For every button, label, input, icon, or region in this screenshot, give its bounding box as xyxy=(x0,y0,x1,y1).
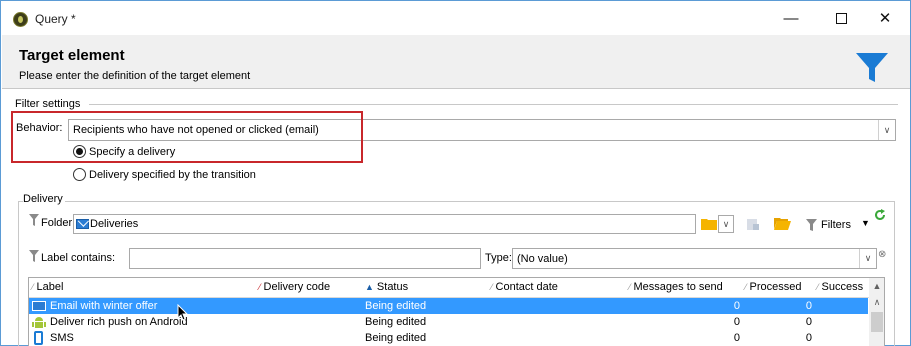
folder-field[interactable]: Deliveries xyxy=(73,214,696,234)
filter-funnel-icon xyxy=(856,53,888,82)
radio-delivery-by-transition[interactable]: Delivery specified by the transition xyxy=(73,168,256,182)
scroll-up-arrow-icon[interactable]: ∧ xyxy=(869,294,884,310)
folder-label: Folder: xyxy=(41,217,78,229)
divider xyxy=(89,104,898,105)
deliveries-table: ⁄ Label ⁄ Delivery code ▲ Status ⁄ Contact d… xyxy=(28,277,885,346)
minimize-button[interactable]: — xyxy=(769,5,813,33)
email-icon xyxy=(32,301,46,311)
column-header-status[interactable]: ▲ Status xyxy=(365,278,409,297)
vertical-scrollbar[interactable]: ▲ ∧ xyxy=(869,278,884,346)
window-title: Query * xyxy=(35,12,76,26)
maximize-icon xyxy=(835,13,847,24)
chevron-down-icon[interactable]: ∨ xyxy=(878,120,895,140)
query-window: Query * — ✕ Target element Please enter … xyxy=(0,0,911,346)
type-label: Type: xyxy=(485,252,514,264)
filter-settings-label: Filter settings xyxy=(15,98,83,110)
label-contains-label: Label contains: xyxy=(41,252,117,264)
open-folder-icon[interactable] xyxy=(774,217,791,230)
page-subtitle: Please enter the definition of the targe… xyxy=(19,70,251,82)
page-title: Target element xyxy=(19,47,125,64)
delivery-section-label: Delivery xyxy=(23,193,65,205)
column-header-messages-to-send[interactable]: ⁄ Messages to send xyxy=(629,278,723,297)
edit-folder-icon[interactable] xyxy=(745,216,761,232)
column-header-delivery-code[interactable]: ⁄ Delivery code xyxy=(259,278,331,297)
radio-button[interactable] xyxy=(73,168,86,181)
folder-dropdown-chevron-icon[interactable]: ∨ xyxy=(718,215,734,233)
filter-icon xyxy=(29,250,39,262)
mouse-cursor-icon xyxy=(177,304,189,321)
type-value: (No value) xyxy=(517,253,568,265)
column-header-contact-date[interactable]: ⁄ Contact date xyxy=(491,278,558,297)
scrollbar-thumb[interactable] xyxy=(871,312,883,332)
close-button[interactable]: ✕ xyxy=(863,5,907,33)
table-row[interactable]: Deliver rich push on Android Being edite… xyxy=(29,314,868,330)
type-dropdown[interactable]: (No value) ∨ xyxy=(512,248,877,269)
title-bar: Query * — ✕ xyxy=(1,1,910,35)
chevron-down-icon[interactable]: ∨ xyxy=(859,249,876,268)
filters-button[interactable]: Filters xyxy=(821,219,853,231)
label-contains-input[interactable] xyxy=(129,248,481,269)
maximize-button[interactable] xyxy=(819,5,863,33)
column-header-success[interactable]: ⁄ Success xyxy=(817,278,864,297)
folder-value: Deliveries xyxy=(90,218,139,230)
highlight-annotation xyxy=(11,111,363,163)
scroll-up-icon[interactable]: ▲ xyxy=(869,278,884,294)
radio-specify-delivery[interactable]: Specify a delivery xyxy=(73,145,175,159)
folder-icon[interactable] xyxy=(701,217,717,230)
wizard-header: Target element Please enter the definiti… xyxy=(2,35,910,89)
android-icon xyxy=(32,317,46,328)
mobile-phone-icon xyxy=(34,331,43,345)
filters-funnel-icon xyxy=(806,219,817,231)
column-header-label[interactable]: ⁄ Label xyxy=(32,278,64,297)
table-row[interactable]: Email with winter offer Being edited 0 0 xyxy=(29,298,868,314)
filter-icon xyxy=(29,214,39,226)
clear-type-icon[interactable]: ⊗ xyxy=(878,249,889,260)
filters-dropdown-icon[interactable]: ▼ xyxy=(861,218,872,228)
app-icon xyxy=(13,12,28,27)
table-row[interactable]: SMS Being edited 0 0 xyxy=(29,330,868,346)
column-header-processed[interactable]: ⁄ Processed xyxy=(745,278,802,297)
radio-button-selected[interactable] xyxy=(73,145,86,158)
refresh-icon[interactable] xyxy=(874,209,886,221)
deliveries-folder-icon xyxy=(76,219,89,229)
